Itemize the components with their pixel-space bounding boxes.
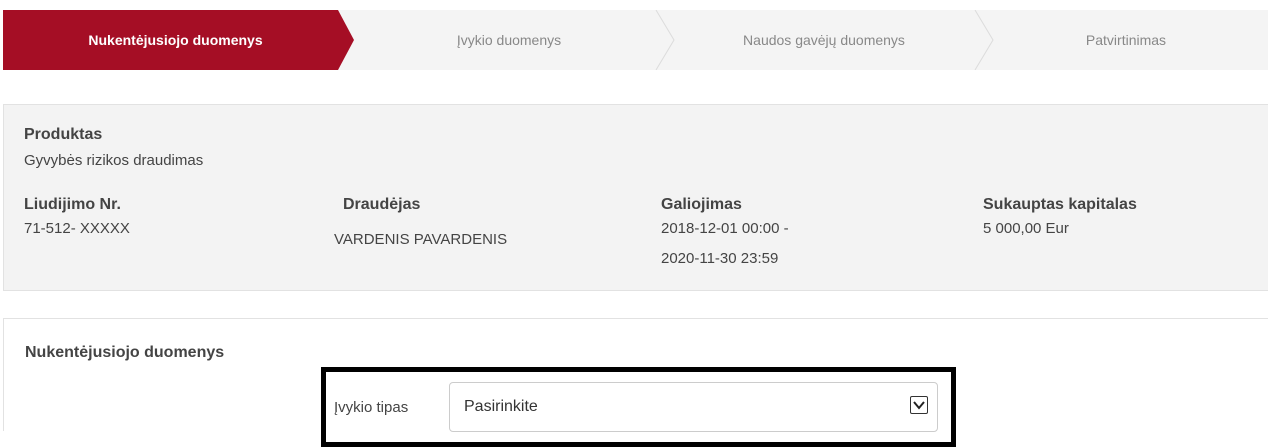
event-type-value: Pasirinkite — [464, 398, 538, 415]
product-label: Produktas — [24, 126, 103, 143]
step-confirmation[interactable]: Patvirtinimas — [984, 10, 1268, 70]
step-event-data[interactable]: Įvykio duomenys — [354, 10, 664, 70]
certificate-label: Liudijimo Nr. — [24, 196, 121, 213]
step-victim-data[interactable]: Nukentėjusiojo duomenys — [3, 10, 348, 70]
policy-info-panel: Produktas Gyvybės rizikos draudimas Liud… — [3, 104, 1268, 291]
validity-to: 2020-11-30 23:59 — [661, 250, 779, 267]
validity-label: Galiojimas — [661, 196, 742, 213]
certificate-value: 71-512- XXXXX — [24, 220, 130, 237]
progress-stepper: Nukentėjusiojo duomenys Įvykio duomenys … — [0, 10, 1268, 70]
form-title: Nukentėjusiojo duomenys — [25, 344, 225, 361]
step-beneficiary-data[interactable]: Naudos gavėjų duomenys — [664, 10, 984, 70]
insurer-label: Draudėjas — [343, 196, 421, 213]
event-type-label: Įvykio tipas — [334, 399, 409, 416]
product-value: Gyvybės rizikos draudimas — [24, 152, 204, 169]
event-type-select[interactable]: Pasirinkite — [449, 382, 938, 432]
capital-label: Sukauptas kapitalas — [983, 196, 1137, 213]
chevron-down-icon[interactable] — [910, 396, 928, 414]
capital-value: 5 000,00 Eur — [983, 220, 1069, 237]
validity-from: 2018-12-01 00:00 - — [661, 220, 789, 237]
insurer-value: VARDENIS PAVARDENIS — [334, 231, 508, 248]
